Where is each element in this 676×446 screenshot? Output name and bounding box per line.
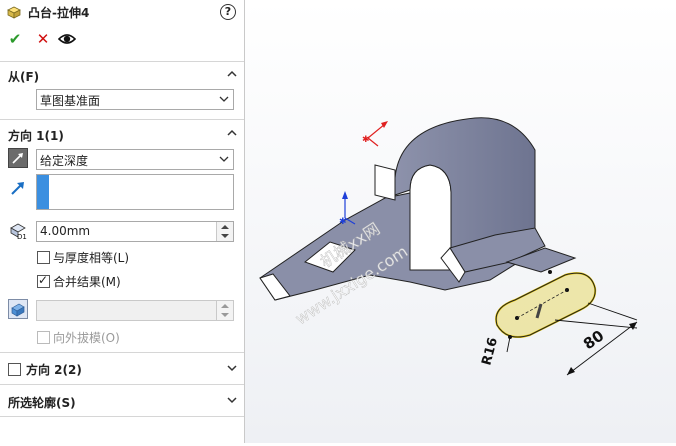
preview-eye-icon[interactable]	[58, 30, 76, 48]
active-selection-highlight	[37, 175, 49, 209]
end-condition-value: 给定深度	[40, 154, 89, 168]
svg-text:✱: ✱	[362, 135, 370, 145]
ok-button[interactable]: ✔	[6, 30, 24, 48]
graphics-viewport[interactable]: R16 80 ✱ ✱ www.jxxige.com 机械xx网	[245, 0, 676, 443]
depth-icon: D1	[10, 223, 27, 240]
draft-angle-spinner	[216, 301, 233, 320]
draft-angle-input	[36, 300, 234, 321]
separator	[0, 119, 244, 120]
direction-selection-box[interactable]	[36, 174, 234, 210]
separator	[0, 352, 244, 353]
chevron-up-icon[interactable]	[226, 68, 238, 80]
from-section-header[interactable]: 从(F)	[8, 68, 39, 85]
help-icon[interactable]: ?	[220, 4, 236, 20]
draft-outward-checkbox	[37, 331, 50, 344]
boss-extrude-icon	[7, 6, 21, 19]
chevron-down-icon	[219, 96, 229, 102]
direction2-section-header[interactable]: 方向 2(2)	[26, 361, 82, 378]
separator	[0, 61, 244, 62]
direction-vector-icon	[11, 182, 24, 195]
feature-title: 凸台-拉伸4	[28, 6, 90, 20]
cancel-button[interactable]: ✕	[34, 30, 52, 48]
depth-input[interactable]: 4.00mm	[36, 221, 234, 242]
direction1-section-header[interactable]: 方向 1(1)	[8, 127, 64, 144]
model-view[interactable]: R16 80 ✱ ✱ www.jxxige.com 机械xx网	[245, 0, 676, 443]
title-bar: 凸台-拉伸4 ?	[0, 0, 244, 24]
depth-spinner[interactable]	[216, 222, 233, 241]
thicken-label[interactable]: 与厚度相等(L)	[53, 249, 129, 266]
from-select[interactable]: 草图基准面	[36, 89, 234, 110]
reverse-direction-icon[interactable]	[8, 148, 28, 168]
selected-contours-header[interactable]: 所选轮廓(S)	[8, 394, 76, 411]
draft-outward-label: 向外拔模(O)	[53, 331, 120, 345]
direction2-checkbox[interactable]	[8, 363, 21, 376]
separator	[0, 384, 244, 385]
chevron-down-icon[interactable]	[226, 394, 238, 406]
svg-text:D1: D1	[17, 233, 27, 240]
chevron-down-icon[interactable]	[226, 362, 238, 374]
merge-result-label[interactable]: 合并结果(M)	[53, 273, 121, 290]
property-manager-panel: 凸台-拉伸4 ? ✔ ✕ 从(F) 草图基准面 方向 1(1) 给定深度 D1 …	[0, 0, 245, 443]
chevron-down-icon	[219, 156, 229, 162]
chevron-up-icon[interactable]	[226, 127, 238, 139]
svg-text:✱: ✱	[339, 217, 347, 227]
from-select-value: 草图基准面	[40, 94, 101, 108]
draft-icon[interactable]	[8, 299, 28, 319]
end-condition-select[interactable]: 给定深度	[36, 149, 234, 170]
depth-value: 4.00mm	[40, 224, 91, 238]
thicken-checkbox[interactable]	[37, 251, 50, 264]
separator	[0, 416, 244, 417]
merge-result-checkbox[interactable]	[37, 273, 50, 288]
